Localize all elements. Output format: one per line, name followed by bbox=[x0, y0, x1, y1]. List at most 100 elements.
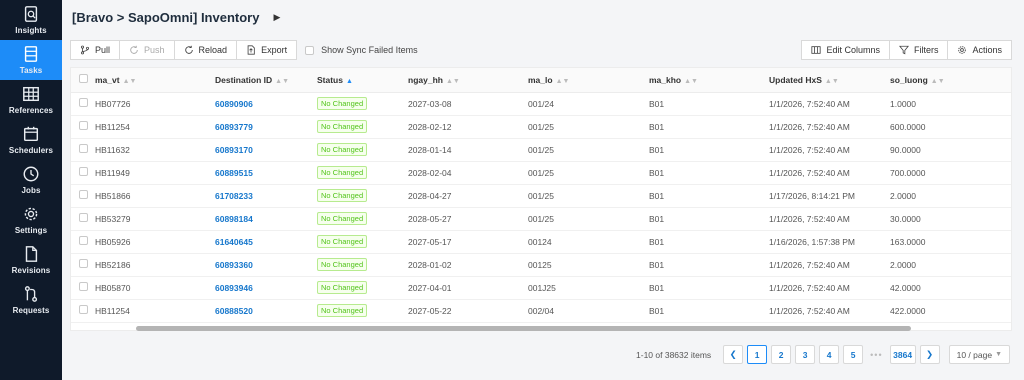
cell-status: No Changed bbox=[313, 299, 404, 323]
page-button-4[interactable]: 4 bbox=[819, 345, 840, 364]
sort-icon[interactable]: ▲▼ bbox=[446, 78, 460, 85]
cell-value: HB05926 bbox=[95, 236, 131, 247]
sort-icon[interactable]: ▲▼ bbox=[556, 78, 570, 85]
sort-icon[interactable]: ▲▼ bbox=[825, 78, 839, 85]
column-header-ngay-hh[interactable]: ngay_hh ▲▼ bbox=[404, 68, 524, 93]
sidebar-item-tasks[interactable]: Tasks bbox=[0, 40, 62, 80]
cell-ma-lo: 001J25 bbox=[524, 276, 645, 300]
edit-columns-button[interactable]: Edit Columns bbox=[801, 40, 890, 60]
page-button-5[interactable]: 5 bbox=[843, 345, 864, 364]
cell-ma-vt: HB52186 bbox=[91, 253, 211, 277]
column-header-ma-kho[interactable]: ma_kho ▲▼ bbox=[645, 68, 765, 93]
sidebar-item-requests[interactable]: Requests bbox=[0, 280, 62, 320]
table-row[interactable]: HB52186 60893360 No Changed 2028-01-02 00125… bbox=[71, 253, 1011, 277]
destination-id-link[interactable]: 60893779 bbox=[215, 122, 253, 132]
sidebar-item-settings[interactable]: Settings bbox=[0, 200, 62, 240]
row-checkbox[interactable] bbox=[79, 121, 88, 130]
table-row[interactable]: HB11949 60889515 No Changed 2028-02-04 001/2… bbox=[71, 161, 1011, 185]
export-label: Export bbox=[261, 45, 288, 55]
cell-ma-vt: HB11632 bbox=[91, 138, 211, 162]
destination-id-link[interactable]: 61640645 bbox=[215, 237, 253, 247]
sort-icon[interactable]: ▲▼ bbox=[123, 78, 137, 85]
page-button-last[interactable]: 3864 bbox=[889, 345, 916, 364]
column-header-destination-id[interactable]: Destination ID ▲▼ bbox=[211, 68, 313, 93]
select-all-checkbox[interactable] bbox=[79, 74, 88, 84]
prev-page-button[interactable]: ❮ bbox=[723, 345, 744, 364]
push-button[interactable]: Push bbox=[119, 40, 175, 60]
destination-id-link[interactable]: 60898184 bbox=[215, 214, 253, 224]
pull-button[interactable]: Pull bbox=[70, 40, 121, 60]
pagination-ellipsis[interactable]: ••• bbox=[870, 350, 882, 360]
sort-icon[interactable]: ▲▼ bbox=[275, 78, 289, 85]
column-header-updated-hxs[interactable]: Updated HxS ▲▼ bbox=[765, 68, 886, 93]
destination-id-link[interactable]: 61708233 bbox=[215, 191, 253, 201]
column-label: ngay_hh bbox=[408, 74, 443, 85]
caret-right-icon[interactable]: ▶ bbox=[273, 12, 280, 23]
cell-destination-id: 60890906 bbox=[211, 92, 313, 116]
show-sync-failed-toggle[interactable]: Show Sync Failed Items bbox=[305, 45, 418, 55]
row-checkbox[interactable] bbox=[79, 236, 88, 245]
cell-value: B01 bbox=[649, 144, 665, 155]
sidebar-item-references[interactable]: References bbox=[0, 80, 62, 120]
table-row[interactable]: HB11254 60888520 No Changed 2027-05-22 002/0… bbox=[71, 299, 1011, 323]
cell-value: 1/1/2026, 7:52:40 AM bbox=[769, 98, 850, 109]
row-checkbox[interactable] bbox=[79, 98, 88, 107]
row-checkbox[interactable] bbox=[79, 305, 88, 314]
column-header-so-luong[interactable]: so_luong ▲▼ bbox=[886, 68, 1011, 93]
cell-ngay-hh: 2028-05-27 bbox=[404, 207, 524, 231]
row-select-cell bbox=[71, 207, 91, 231]
cell-ngay-hh: 2028-01-14 bbox=[404, 138, 524, 162]
destination-id-link[interactable]: 60893360 bbox=[215, 260, 253, 270]
next-page-button[interactable]: ❯ bbox=[919, 345, 940, 364]
row-checkbox[interactable] bbox=[79, 190, 88, 199]
sidebar-item-insights[interactable]: Insights bbox=[0, 0, 62, 40]
destination-id-link[interactable]: 60893170 bbox=[215, 145, 253, 155]
cell-so-luong: 42.0000 bbox=[886, 276, 1011, 300]
cell-value: 2028-02-04 bbox=[408, 167, 452, 178]
app: Insights Tasks References Schedulers Job… bbox=[0, 0, 1024, 380]
cell-value: 1/1/2026, 7:52:40 AM bbox=[769, 282, 850, 293]
chevron-down-icon: ▼ bbox=[995, 351, 1002, 358]
sort-icon[interactable]: ▲▼ bbox=[684, 78, 698, 85]
row-checkbox[interactable] bbox=[79, 167, 88, 176]
column-header-ma-vt[interactable]: ma_vt ▲▼ bbox=[91, 68, 211, 93]
actions-button[interactable]: Actions bbox=[947, 40, 1012, 60]
row-checkbox[interactable] bbox=[79, 259, 88, 268]
cell-ma-vt: HB05870 bbox=[91, 276, 211, 300]
sidebar-item-revisions[interactable]: Revisions bbox=[0, 240, 62, 280]
row-checkbox[interactable] bbox=[79, 282, 88, 291]
row-select-cell bbox=[71, 92, 91, 116]
sidebar-item-schedulers[interactable]: Schedulers bbox=[0, 120, 62, 160]
table-row[interactable]: HB53279 60898184 No Changed 2028-05-27 001/2… bbox=[71, 207, 1011, 231]
column-header-status[interactable]: Status ▲ bbox=[313, 68, 404, 93]
table-row[interactable]: HB05926 61640645 No Changed 2027-05-17 00124… bbox=[71, 230, 1011, 254]
page-button-3[interactable]: 3 bbox=[795, 345, 816, 364]
show-sync-failed-checkbox[interactable] bbox=[305, 45, 315, 55]
sort-ascending-icon[interactable]: ▲ bbox=[346, 78, 353, 85]
filters-button[interactable]: Filters bbox=[888, 40, 949, 60]
reload-button[interactable]: Reload bbox=[173, 40, 238, 60]
page-size-select[interactable]: 10 / page ▼ bbox=[948, 345, 1010, 364]
destination-id-link[interactable]: 60888520 bbox=[215, 306, 253, 316]
destination-id-link[interactable]: 60890906 bbox=[215, 99, 253, 109]
row-checkbox[interactable] bbox=[79, 144, 88, 153]
destination-id-link[interactable]: 60889515 bbox=[215, 168, 253, 178]
page-button-1[interactable]: 1 bbox=[747, 345, 768, 364]
table-row[interactable]: HB51866 61708233 No Changed 2028-04-27 001/2… bbox=[71, 184, 1011, 208]
sort-icon[interactable]: ▲▼ bbox=[931, 78, 945, 85]
table-row[interactable]: HB05870 60893946 No Changed 2027-04-01 001J2… bbox=[71, 276, 1011, 300]
page-button-2[interactable]: 2 bbox=[771, 345, 792, 364]
table-row[interactable]: HB07726 60890906 No Changed 2027-03-08 001/2… bbox=[71, 92, 1011, 116]
horizontal-scrollbar[interactable] bbox=[136, 326, 911, 331]
filters-label: Filters bbox=[913, 45, 939, 55]
sidebar-item-jobs[interactable]: Jobs bbox=[0, 160, 62, 200]
table-row[interactable]: HB11254 60893779 No Changed 2028-02-12 001/2… bbox=[71, 115, 1011, 139]
cell-value: 1/1/2026, 7:52:40 AM bbox=[769, 259, 850, 270]
cell-value: 1/1/2026, 7:52:40 AM bbox=[769, 213, 850, 224]
destination-id-link[interactable]: 60893946 bbox=[215, 283, 253, 293]
table-row[interactable]: HB11632 60893170 No Changed 2028-01-14 001/2… bbox=[71, 138, 1011, 162]
export-button[interactable]: Export bbox=[236, 40, 298, 60]
row-checkbox[interactable] bbox=[79, 213, 88, 222]
column-header-ma-lo[interactable]: ma_lo ▲▼ bbox=[524, 68, 645, 93]
cell-ngay-hh: 2028-02-04 bbox=[404, 161, 524, 185]
